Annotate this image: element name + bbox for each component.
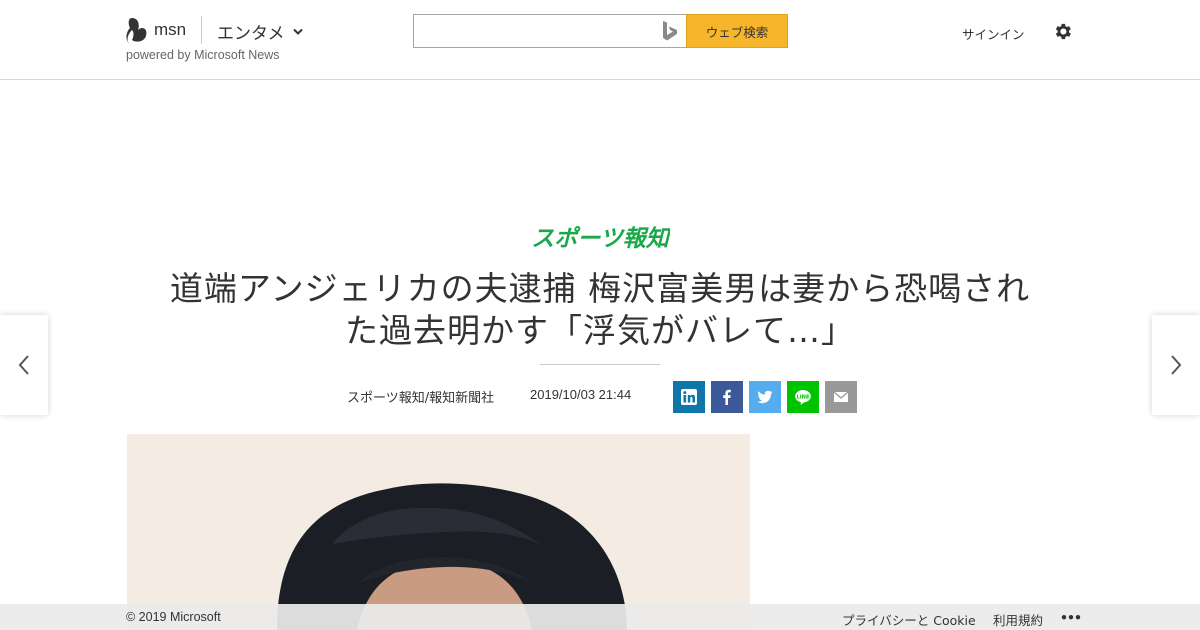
header-divider: [201, 16, 202, 44]
logo-text: msn: [154, 20, 187, 39]
more-options-icon[interactable]: •••: [1060, 610, 1082, 625]
search-input[interactable]: [414, 15, 654, 47]
site-footer: © 2019 Microsoft プライバシーと Cookie 利用規約 •••: [0, 604, 1200, 630]
article-title-line2: た過去明かす「浮気がバレて…」: [345, 311, 855, 350]
share-line-button[interactable]: LINE: [787, 381, 819, 413]
share-twitter-button[interactable]: [749, 381, 781, 413]
search-box: [413, 14, 687, 48]
article-date: 2019/10/03 21:44: [530, 387, 632, 402]
mail-icon: [833, 391, 849, 402]
source-logo-text: スポーツ報知: [531, 226, 670, 252]
article-source[interactable]: スポーツ報知/報知新聞社: [347, 387, 494, 406]
svg-text:LINE: LINE: [796, 394, 810, 400]
web-search-button[interactable]: ウェブ検索: [686, 14, 788, 48]
line-icon: LINE: [795, 390, 811, 405]
next-article-button[interactable]: [1152, 315, 1200, 415]
chevron-down-icon: [292, 28, 303, 35]
share-email-button[interactable]: [825, 381, 857, 413]
facebook-icon: [723, 389, 731, 405]
chevron-left-icon: [18, 355, 29, 375]
portrait-image: [127, 434, 750, 630]
twitter-icon: [757, 390, 773, 404]
source-logo: スポーツ報知: [531, 226, 670, 252]
section-dropdown[interactable]: エンタメ: [217, 19, 303, 44]
msn-butterfly-icon: [126, 18, 147, 43]
title-divider: [540, 364, 660, 365]
gear-icon[interactable]: [1052, 21, 1073, 42]
bing-icon: [663, 21, 677, 41]
section-label: エンタメ: [217, 24, 285, 44]
article-title: 道端アンジェリカの夫逮捕 梅沢富美男は妻から恐喝され た過去明かす「浮気がバレて…: [120, 268, 1080, 352]
article-title-line1: 道端アンジェリカの夫逮捕 梅沢富美男は妻から恐喝され: [169, 269, 1031, 308]
linkedin-icon: [681, 389, 697, 405]
msn-logo[interactable]: msn: [126, 16, 186, 44]
copyright-text: © 2019 Microsoft: [126, 610, 221, 624]
signin-link[interactable]: サインイン: [962, 24, 1025, 43]
terms-link[interactable]: 利用規約: [993, 610, 1043, 629]
article-photo: [127, 434, 750, 630]
prev-article-button[interactable]: [0, 315, 48, 415]
share-facebook-button[interactable]: [711, 381, 743, 413]
powered-by-text: powered by Microsoft News: [126, 48, 280, 62]
chevron-right-icon: [1171, 355, 1182, 375]
share-linkedin-button[interactable]: [673, 381, 705, 413]
privacy-link[interactable]: プライバシーと Cookie: [842, 610, 976, 629]
site-header: msn エンタメ powered by Microsoft News ウェブ検索…: [0, 0, 1200, 80]
